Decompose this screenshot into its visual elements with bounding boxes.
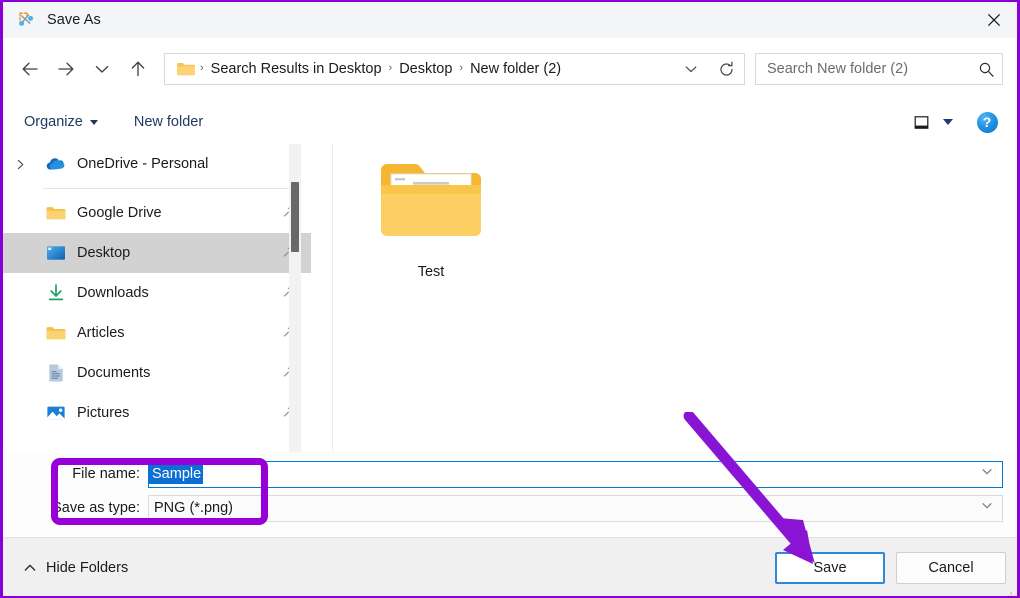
file-name-label: File name: — [72, 466, 140, 482]
organize-label: Organize — [24, 114, 83, 130]
sidebar-item-label: OneDrive - Personal — [77, 156, 209, 172]
save-as-dialog: Save As › Search Results in Desktop › De… — [0, 0, 1020, 598]
sidebar-item-downloads[interactable]: Downloads — [3, 273, 311, 313]
view-options-dropdown[interactable] — [937, 107, 959, 137]
sidebar-item-documents[interactable]: Documents — [3, 353, 311, 393]
command-bar: Organize New folder ? — [3, 100, 1017, 145]
sidebar-item-label: Articles — [77, 325, 125, 341]
refresh-button[interactable] — [708, 54, 744, 84]
forward-button[interactable] — [48, 51, 84, 87]
close-button[interactable] — [971, 2, 1017, 38]
navigation-pane: OneDrive - Personal Google Drive Desktop… — [3, 144, 311, 452]
chevron-down-icon[interactable] — [980, 465, 994, 484]
sidebar-separator — [43, 188, 299, 189]
new-folder-label: New folder — [133, 114, 204, 130]
file-name-row: File name: Sample — [3, 460, 1017, 488]
up-button[interactable] — [120, 51, 156, 87]
folder-icon — [45, 322, 67, 344]
organize-button[interactable]: Organize — [17, 107, 105, 137]
navigation-bar: › Search Results in Desktop › Desktop › … — [3, 38, 1017, 100]
breadcrumb-item-1[interactable]: Desktop — [392, 61, 459, 77]
breadcrumb[interactable]: › Search Results in Desktop › Desktop › … — [164, 53, 745, 85]
dialog-content: OneDrive - Personal Google Drive Desktop… — [3, 144, 1017, 452]
sidebar-item-desktop[interactable]: Desktop — [3, 233, 311, 273]
chevron-down-icon[interactable] — [980, 499, 994, 518]
sidebar-item-label: Documents — [77, 365, 151, 381]
search-icon — [970, 54, 1002, 84]
save-as-type-select[interactable]: PNG (*.png) — [148, 494, 1003, 522]
recent-locations-button[interactable] — [84, 51, 120, 87]
desktop-monitor-icon — [45, 242, 67, 264]
command-bar-right: ? — [905, 107, 1005, 137]
breadcrumb-dropdown-button[interactable] — [674, 54, 708, 84]
download-arrow-icon — [45, 282, 67, 304]
breadcrumb-item-0[interactable]: Search Results in Desktop — [204, 61, 389, 77]
sidebar-item-pictures[interactable]: Pictures — [3, 393, 311, 433]
sidebar-scrollbar-thumb[interactable] — [291, 182, 299, 252]
sidebar-scrollbar[interactable] — [289, 144, 301, 452]
folder-with-document-icon — [375, 154, 487, 246]
search-box[interactable]: Search New folder (2) — [755, 53, 1003, 85]
snip-tool-icon — [17, 10, 37, 30]
cancel-button[interactable]: Cancel — [896, 551, 1006, 584]
pictures-icon — [45, 402, 67, 424]
hide-folders-button[interactable]: Hide Folders — [17, 556, 134, 580]
file-form-area: File name: Sample Save as type: PNG (*.p… — [3, 452, 1017, 537]
file-name-value[interactable]: Sample — [149, 464, 204, 484]
folder-icon — [45, 202, 67, 224]
sidebar-item-label: Pictures — [77, 405, 130, 421]
sidebar-item-label: Desktop — [77, 245, 131, 261]
back-button[interactable] — [12, 51, 48, 87]
document-icon — [45, 362, 67, 384]
file-name-label: Test — [417, 264, 445, 280]
file-name-input[interactable]: Sample — [148, 460, 1003, 488]
sidebar-item-label: Downloads — [77, 285, 149, 301]
window-title: Save As — [47, 12, 101, 28]
file-list-pane[interactable]: Test — [332, 144, 1017, 452]
search-input[interactable]: Search New folder (2) — [756, 61, 970, 77]
save-button[interactable]: Save — [775, 551, 885, 584]
breadcrumb-item-2[interactable]: New folder (2) — [463, 61, 568, 77]
save-as-type-row: Save as type: PNG (*.png) — [3, 494, 1017, 522]
folder-icon — [176, 61, 196, 77]
title-bar: Save As — [3, 2, 1017, 38]
sidebar-item-label: Google Drive — [77, 205, 162, 221]
save-as-type-label: Save as type: — [52, 500, 140, 516]
caret-down-icon — [943, 119, 953, 125]
sidebar-item-articles[interactable]: Articles — [3, 313, 311, 353]
caret-down-icon — [89, 119, 98, 125]
file-list-item[interactable]: Test — [365, 154, 497, 280]
help-circle-icon: ? — [976, 111, 998, 133]
onedrive-cloud-icon — [45, 153, 67, 175]
chevron-right-icon[interactable] — [7, 158, 33, 171]
chevron-up-icon — [23, 561, 37, 575]
hide-folders-label: Hide Folders — [46, 559, 129, 576]
sidebar-item-onedrive[interactable]: OneDrive - Personal — [3, 144, 311, 184]
save-as-type-value: PNG (*.png) — [154, 500, 233, 516]
help-button[interactable]: ? — [969, 107, 1005, 137]
view-pane-icon[interactable] — [905, 107, 937, 137]
new-folder-button[interactable]: New folder — [127, 107, 210, 137]
resize-grip[interactable] — [1003, 585, 1013, 596]
sidebar-item-google-drive[interactable]: Google Drive — [3, 193, 311, 233]
dialog-footer: Hide Folders Save Cancel — [3, 537, 1017, 596]
